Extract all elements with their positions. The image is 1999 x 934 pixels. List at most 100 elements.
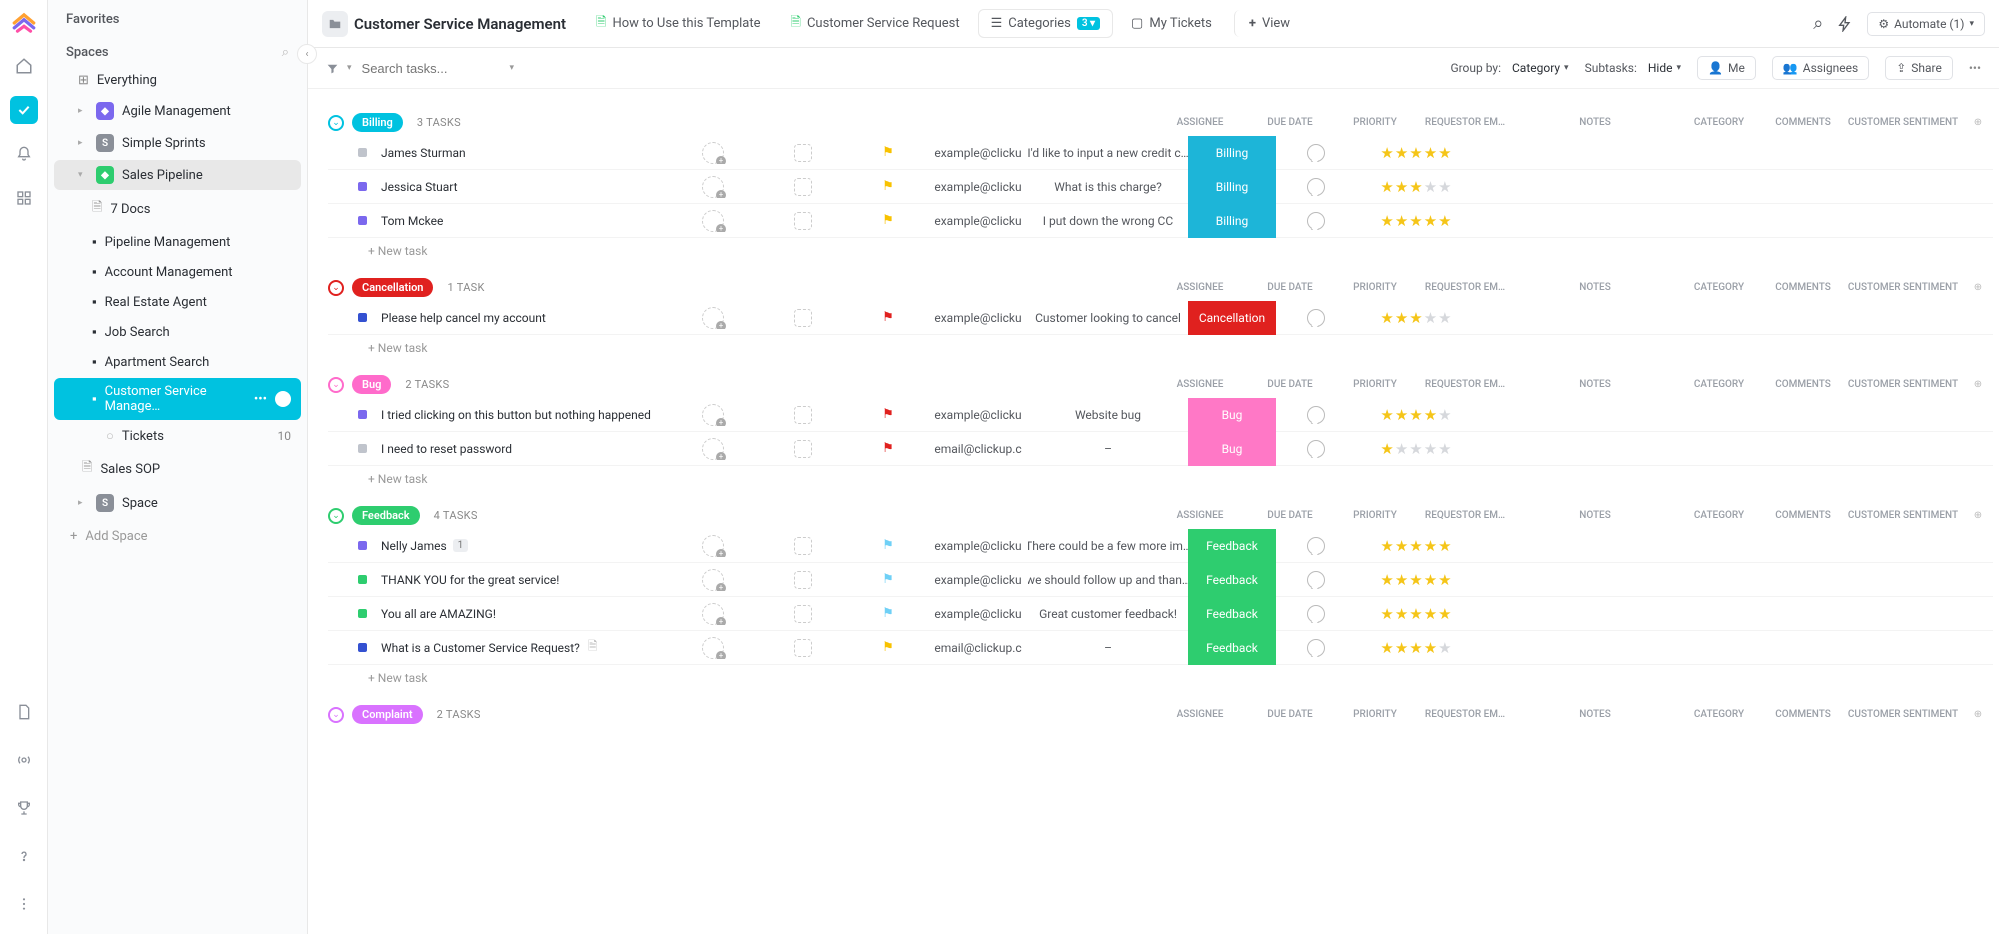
task-row[interactable]: James Sturman ⚑ example@clicku I'd like … <box>328 136 1993 170</box>
add-space-button[interactable]: + Add Space <box>48 519 307 554</box>
new-task-button[interactable]: + New task <box>328 665 1993 691</box>
comment-icon[interactable] <box>1307 440 1325 458</box>
groupby-control[interactable]: Group by: Category▾ <box>1450 61 1568 75</box>
sidebar-item-realestate[interactable]: ▪ Real Estate Agent <box>54 288 301 316</box>
comment-icon[interactable] <box>1307 178 1325 196</box>
category-chip[interactable]: Bug <box>1188 398 1276 432</box>
tasks-icon[interactable] <box>10 96 38 124</box>
apps-icon[interactable] <box>10 184 38 212</box>
assignee-placeholder[interactable] <box>702 404 724 426</box>
task-row[interactable]: I need to reset password ⚑ email@clickup… <box>328 432 1993 466</box>
status-square[interactable] <box>358 575 367 584</box>
add-column-button[interactable]: ⊕ <box>1963 117 1993 128</box>
task-row[interactable]: THANK YOU for the great service! ⚑ examp… <box>328 563 1993 597</box>
due-date-placeholder[interactable] <box>794 212 812 230</box>
category-chip[interactable]: Feedback <box>1188 631 1276 665</box>
due-date-placeholder[interactable] <box>794 440 812 458</box>
status-square[interactable] <box>358 444 367 453</box>
sidebar-item-agile[interactable]: ▸ ◆ Agile Management <box>54 96 301 126</box>
help-icon[interactable] <box>10 842 38 870</box>
task-row[interactable]: Nelly James 1 ⚑ example@clicku There cou… <box>328 529 1993 563</box>
comment-icon[interactable] <box>1307 571 1325 589</box>
automate-button[interactable]: ⚙Automate (1)▾ <box>1867 12 1985 36</box>
new-task-button[interactable]: + New task <box>328 335 1993 361</box>
add-column-button[interactable]: ⊕ <box>1963 510 1993 521</box>
priority-flag-icon[interactable]: ⚑ <box>882 572 894 587</box>
group-header[interactable]: ⌄ Complaint 2 TASKS ASSIGNEEDUE DATE PRI… <box>328 701 1993 728</box>
add-column-button[interactable]: ⊕ <box>1963 282 1993 293</box>
due-date-placeholder[interactable] <box>794 639 812 657</box>
subtasks-control[interactable]: Subtasks: Hide▾ <box>1585 61 1681 75</box>
assignee-placeholder[interactable] <box>702 603 724 625</box>
status-square[interactable] <box>358 148 367 157</box>
sidebar-item-space[interactable]: ▸ S Space <box>54 488 301 518</box>
task-row[interactable]: Tom Mckee ⚑ example@clicku I put down th… <box>328 204 1993 238</box>
task-row[interactable]: I tried clicking on this button but noth… <box>328 398 1993 432</box>
sidebar-item-simple[interactable]: ▸ S Simple Sprints <box>54 128 301 158</box>
add-column-button[interactable]: ⊕ <box>1963 379 1993 390</box>
group-header[interactable]: ⌄ Cancellation 1 TASK ASSIGNEEDUE DATE P… <box>328 274 1993 301</box>
assignee-placeholder[interactable] <box>702 438 724 460</box>
sidebar-item-docs[interactable]: 🗎 7 Docs <box>54 192 301 226</box>
assignee-placeholder[interactable] <box>702 142 724 164</box>
category-chip[interactable]: Cancellation <box>1188 301 1276 335</box>
assignee-placeholder[interactable] <box>702 210 724 232</box>
collapse-group-icon[interactable]: ⌄ <box>328 115 344 131</box>
new-task-button[interactable]: + New task <box>328 238 1993 264</box>
status-square[interactable] <box>358 182 367 191</box>
priority-flag-icon[interactable]: ⚑ <box>882 407 894 422</box>
status-square[interactable] <box>358 541 367 550</box>
docs-icon[interactable] <box>10 698 38 726</box>
collapse-group-icon[interactable]: ⌄ <box>328 280 344 296</box>
add-column-button[interactable]: ⊕ <box>1963 709 1993 720</box>
category-chip[interactable]: Billing <box>1188 204 1276 238</box>
assignee-placeholder[interactable] <box>702 569 724 591</box>
priority-flag-icon[interactable]: ⚑ <box>882 310 894 325</box>
due-date-placeholder[interactable] <box>794 537 812 555</box>
priority-flag-icon[interactable]: ⚑ <box>882 179 894 194</box>
task-row[interactable]: Please help cancel my account ⚑ example@… <box>328 301 1993 335</box>
due-date-placeholder[interactable] <box>794 406 812 424</box>
due-date-placeholder[interactable] <box>794 605 812 623</box>
search-icon[interactable]: ⌕ <box>282 45 289 60</box>
group-header[interactable]: ⌄ Bug 2 TASKS ASSIGNEEDUE DATE PRIORITYR… <box>328 371 1993 398</box>
assignee-placeholder[interactable] <box>702 535 724 557</box>
comment-icon[interactable] <box>1307 537 1325 555</box>
sidebar-item-pipeline[interactable]: ▪ Pipeline Management <box>54 228 301 256</box>
category-chip[interactable]: Feedback <box>1188 529 1276 563</box>
due-date-placeholder[interactable] <box>794 571 812 589</box>
category-chip[interactable]: Bug <box>1188 432 1276 466</box>
notifications-icon[interactable] <box>10 140 38 168</box>
me-button[interactable]: 👤Me <box>1697 56 1756 80</box>
category-chip[interactable]: Feedback <box>1188 563 1276 597</box>
priority-flag-icon[interactable]: ⚑ <box>882 441 894 456</box>
due-date-placeholder[interactable] <box>794 178 812 196</box>
group-header[interactable]: ⌄ Billing 3 TASKS ASSIGNEEDUE DATE PRIOR… <box>328 109 1993 136</box>
chevron-down-icon[interactable]: ▾ <box>510 63 515 73</box>
priority-flag-icon[interactable]: ⚑ <box>882 640 894 655</box>
tab-mytickets[interactable]: ▢My Tickets <box>1119 10 1224 37</box>
search-icon[interactable]: ⌕ <box>1813 13 1823 34</box>
due-date-placeholder[interactable] <box>794 309 812 327</box>
more-icon[interactable]: ••• <box>254 392 267 407</box>
sidebar-item-sop[interactable]: 🗎 Sales SOP <box>54 452 301 486</box>
comment-icon[interactable] <box>1307 144 1325 162</box>
comment-icon[interactable] <box>1307 406 1325 424</box>
comment-icon[interactable] <box>1307 639 1325 657</box>
sidebar-item-tickets[interactable]: ○ Tickets 10 <box>54 422 301 450</box>
status-square[interactable] <box>358 216 367 225</box>
due-date-placeholder[interactable] <box>794 144 812 162</box>
more-vertical-icon[interactable] <box>10 890 38 918</box>
share-button[interactable]: ⇪Share <box>1885 56 1953 80</box>
assignees-button[interactable]: 👥Assignees <box>1772 56 1869 80</box>
task-row[interactable]: You all are AMAZING! ⚑ example@clicku Gr… <box>328 597 1993 631</box>
group-header[interactable]: ⌄ Feedback 4 TASKS ASSIGNEEDUE DATE PRIO… <box>328 502 1993 529</box>
more-icon[interactable]: ••• <box>1969 61 1981 75</box>
search-input[interactable] <box>362 61 502 76</box>
add-view-button[interactable]: +View <box>1234 10 1302 37</box>
comment-icon[interactable] <box>1307 212 1325 230</box>
task-row[interactable]: What is a Customer Service Request? 🗎 ⚑ … <box>328 631 1993 665</box>
task-row[interactable]: Jessica Stuart ⚑ example@clicku What is … <box>328 170 1993 204</box>
collapse-group-icon[interactable]: ⌄ <box>328 377 344 393</box>
goals-icon[interactable] <box>10 794 38 822</box>
